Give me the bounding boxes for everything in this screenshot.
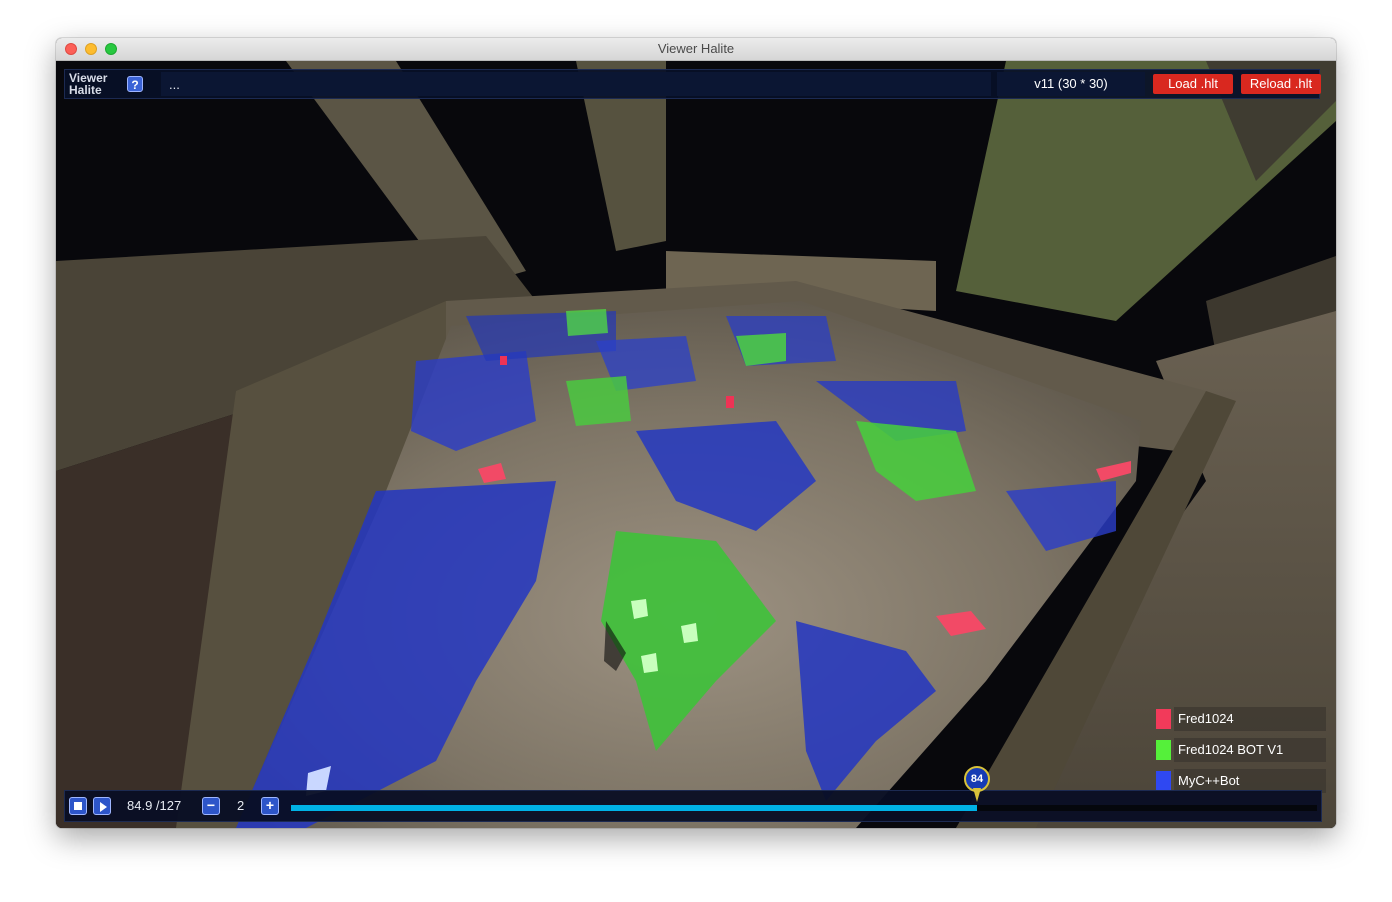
halite-3d-scene[interactable] [56, 61, 1336, 828]
timeline-progress [291, 805, 977, 811]
window-title: Viewer Halite [657, 41, 735, 56]
top-toolbar: Viewer Halite ? ... v11 (30 * 30) Load .… [64, 69, 1321, 99]
player-legend: Fred1024 Fred1024 BOT V1 MyC++Bot [1156, 707, 1326, 800]
player-color-swatch [1156, 709, 1171, 729]
player-color-swatch [1156, 771, 1171, 791]
version-label: v11 (30 * 30) [997, 72, 1145, 96]
app-window: Viewer Halite Viewer Halite ? ... v11 (3… [56, 38, 1336, 828]
reload-hlt-button[interactable]: Reload .hlt [1241, 74, 1321, 94]
stop-icon [74, 802, 82, 810]
minimize-window-button[interactable] [85, 43, 97, 55]
window-titlebar: Viewer Halite [56, 38, 1336, 61]
marker-pointer [973, 788, 981, 802]
play-button[interactable] [93, 797, 111, 815]
speed-increase-button[interactable]: + [261, 797, 279, 815]
player-name: Fred1024 [1174, 707, 1326, 731]
3d-viewport[interactable]: Viewer Halite ? ... v11 (30 * 30) Load .… [56, 61, 1336, 828]
close-window-button[interactable] [65, 43, 77, 55]
timeline-handle[interactable]: 84 [964, 766, 990, 802]
help-button[interactable]: ? [127, 76, 143, 92]
speed-value: 2 [237, 798, 245, 813]
timeline-slider[interactable]: 84 [291, 766, 1317, 811]
app-logo: Viewer Halite [69, 72, 121, 96]
legend-item: Fred1024 BOT V1 [1156, 738, 1326, 762]
playback-bar: 84.9 /127 − 2 + 84 [64, 766, 1322, 822]
logo-line2: Halite [69, 83, 102, 97]
maximize-window-button[interactable] [105, 43, 117, 55]
stop-button[interactable] [69, 797, 87, 815]
speed-decrease-button[interactable]: − [202, 797, 220, 815]
play-icon [99, 802, 107, 812]
question-icon: ? [131, 78, 139, 92]
player-name: Fred1024 BOT V1 [1174, 738, 1326, 762]
load-hlt-button[interactable]: Load .hlt [1153, 74, 1233, 94]
filename-field: ... [161, 72, 991, 96]
legend-item: Fred1024 [1156, 707, 1326, 731]
frame-counter: 84.9 /127 [127, 798, 182, 813]
player-color-swatch [1156, 740, 1171, 760]
